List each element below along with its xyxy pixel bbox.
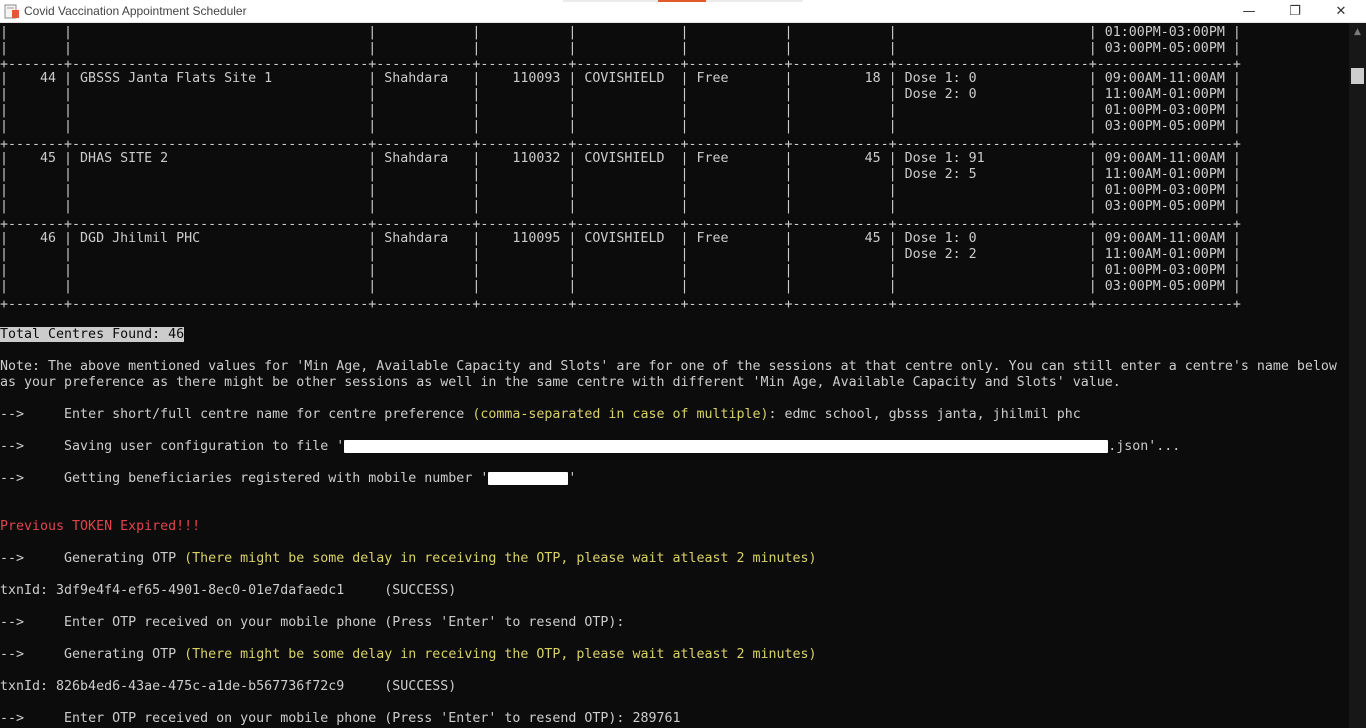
saving-config-suffix: .json'... [1108, 439, 1181, 454]
generating-otp-text: Generating OTP [64, 551, 185, 566]
otp-input-value[interactable]: 289761 [624, 711, 680, 726]
table-row: | | | | | | | | | 01:00PM-03:00PM | [0, 183, 1241, 198]
table-row: | | | | | | | | | 01:00PM-03:00PM | [0, 263, 1241, 278]
prompt-arrow: --> [0, 647, 65, 662]
scrollbar-thumb[interactable] [1351, 68, 1364, 84]
prompt-arrow: --> [0, 407, 65, 422]
beneficiaries-text: Getting beneficiaries registered with mo… [64, 471, 489, 486]
centre-preference-line: --> Enter short/full centre name for cen… [0, 407, 1081, 423]
table-row: | | | | | | | | Dose 2: 0 | 11:00AM-01:0… [0, 87, 1241, 102]
app-icon [4, 4, 19, 19]
generating-otp-hint: (There might be some delay in receiving … [184, 647, 817, 662]
console-output[interactable]: | | | | | | | | | 01:00PM-03:00PM | | | [0, 23, 1349, 728]
prompt-arrow: --> [0, 615, 65, 630]
table-row: | 46 | DGD Jhilmil PHC | Shahdara | 1100… [0, 231, 1241, 246]
table-line: | | | | | | | | | 03:00PM-05:00PM | [0, 41, 1241, 56]
saving-config-text: Saving user configuration to file ' [64, 439, 345, 454]
scroll-up-arrow-icon[interactable]: ▲ [1349, 23, 1366, 40]
centre-preference-value: : edmc school, gbsss janta, jhilmil phc [768, 407, 1081, 422]
enter-otp-line: --> Enter OTP received on your mobile ph… [0, 615, 624, 631]
minimize-button[interactable]: — [1226, 0, 1272, 23]
table-line: | | | | | | | | | 01:00PM-03:00PM | [0, 25, 1241, 40]
prompt-arrow: --> [0, 439, 65, 454]
beneficiaries-line: --> Getting beneficiaries registered wit… [0, 471, 576, 487]
table-row: | 45 | DHAS SITE 2 | Shahdara | 110032 |… [0, 151, 1241, 166]
table-row: | | | | | | | | | 01:00PM-03:00PM | [0, 103, 1241, 118]
txn-id-text: txnId: 826b4ed6-43ae-475c-a1de-b567736f7… [0, 679, 457, 694]
redacted-file-path [344, 439, 1109, 453]
generating-otp-text: Generating OTP [64, 647, 185, 662]
generating-otp-line: --> Generating OTP (There might be some … [0, 551, 817, 567]
prompt-arrow: --> [0, 711, 65, 726]
centre-preference-hint: (comma-separated in case of multiple) [472, 407, 769, 422]
table-row: | | | | | | | | | 03:00PM-05:00PM | [0, 119, 1241, 134]
total-centres-text: Total Centres Found: 46 [0, 327, 185, 342]
enter-otp-prompt: Enter OTP received on your mobile phone … [64, 615, 625, 630]
prompt-arrow: --> [0, 551, 65, 566]
enter-otp-line[interactable]: --> Enter OTP received on your mobile ph… [0, 711, 680, 727]
table-separator: +-------+-------------------------------… [0, 297, 1241, 312]
beneficiaries-suffix: ' [568, 471, 577, 486]
generating-otp-hint: (There might be some delay in receiving … [184, 551, 817, 566]
title-bar: Covid Vaccination Appointment Scheduler … [0, 0, 1366, 23]
close-button[interactable]: ✕ [1318, 0, 1364, 23]
txn-id-text: txnId: 3df9e4f4-ef65-4901-8ec0-01e7dafae… [0, 583, 457, 598]
centre-preference-prompt: Enter short/full centre name for centre … [64, 407, 473, 422]
saving-config-line: --> Saving user configuration to file '.… [0, 439, 1180, 455]
token-expired-text: Previous TOKEN Expired!!! [0, 519, 201, 534]
table-row: | 44 | GBSSS Janta Flats Site 1 | Shahda… [0, 71, 1241, 86]
table-row: | | | | | | | | | 03:00PM-05:00PM | [0, 199, 1241, 214]
note-text: Note: The above mentioned values for 'Mi… [0, 359, 1337, 374]
table-row: | | | | | | | | Dose 2: 5 | 11:00AM-01:0… [0, 167, 1241, 182]
redacted-mobile-number [488, 471, 569, 485]
title-progress-strip [563, 0, 803, 2]
window-title: Covid Vaccination Appointment Scheduler [24, 4, 247, 18]
table-row: | | | | | | | | | 03:00PM-05:00PM | [0, 279, 1241, 294]
prompt-arrow: --> [0, 471, 65, 486]
table-row: | | | | | | | | Dose 2: 2 | 11:00AM-01:0… [0, 247, 1241, 262]
enter-otp-prompt: Enter OTP received on your mobile phone … [64, 711, 625, 726]
note-text: as your preference as there might be oth… [0, 375, 1121, 390]
maximize-button[interactable]: ❐ [1272, 0, 1318, 23]
generating-otp-line: --> Generating OTP (There might be some … [0, 647, 817, 663]
vertical-scrollbar[interactable]: ▲ [1349, 23, 1366, 728]
